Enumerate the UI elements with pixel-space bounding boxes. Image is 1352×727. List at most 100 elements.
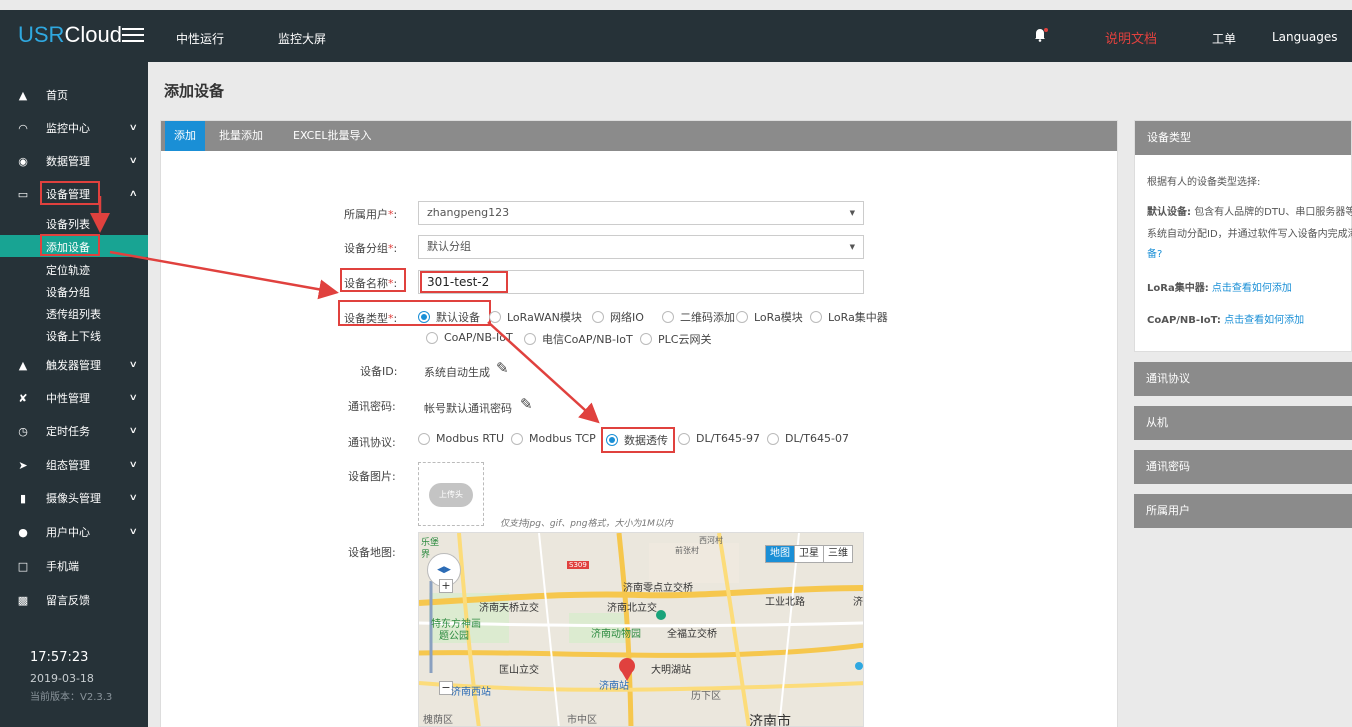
map-label: 槐荫区 bbox=[423, 715, 453, 726]
type-radio-default[interactable]: 默认设备 bbox=[418, 309, 480, 325]
map-label: 题公园 bbox=[439, 631, 469, 642]
page-title: 添加设备 bbox=[164, 82, 225, 100]
chevron-down-icon: ∨ bbox=[128, 156, 138, 166]
type-radio-telecom-coap[interactable]: 电信CoAP/NB-IoT bbox=[524, 331, 633, 347]
radio-label: LoRa集中器 bbox=[828, 311, 888, 324]
edit-icon[interactable]: ✎ bbox=[496, 359, 509, 377]
group-select-value: 默认分组 bbox=[427, 240, 471, 253]
sidebar-item-timer[interactable]: ◷ 定时任务 ∨ bbox=[0, 418, 148, 444]
sidebar-item-feedback[interactable]: ▩ 留言反馈 bbox=[0, 587, 148, 613]
help-default-text: 包含有人品牌的DTU、串口服务器等 bbox=[1194, 207, 1352, 218]
radio-icon bbox=[640, 333, 652, 345]
bell-icon[interactable] bbox=[1030, 25, 1050, 45]
map-type-satellite[interactable]: 卫星 bbox=[794, 546, 823, 562]
radio-label: 二维码添加 bbox=[680, 311, 735, 324]
help-lora-link[interactable]: 点击查看如何添加 bbox=[1212, 283, 1292, 294]
camera-icon: ▮ bbox=[19, 491, 27, 505]
type-radio-lora-module[interactable]: LoRa模块 bbox=[736, 309, 803, 325]
sidebar-item-mobile[interactable]: □ 手机端 bbox=[0, 553, 148, 579]
menu-toggle-icon[interactable] bbox=[120, 24, 146, 46]
help-section-slave[interactable]: 从机 bbox=[1134, 406, 1352, 440]
type-radio-plc[interactable]: PLC云网关 bbox=[640, 331, 711, 347]
map-label: 西河村 bbox=[699, 536, 723, 545]
radio-icon bbox=[511, 432, 523, 445]
sidebar-sub-group[interactable]: 设备分组 bbox=[46, 284, 90, 300]
radio-label: Modbus RTU bbox=[436, 432, 504, 445]
nav-neutral-run[interactable]: 中性运行 bbox=[176, 30, 224, 47]
sidebar-sub-online[interactable]: 设备上下线 bbox=[46, 328, 101, 344]
edit-icon[interactable]: ✎ bbox=[520, 395, 533, 413]
languages-menu[interactable]: Languages bbox=[1272, 30, 1337, 44]
tab-batch-add[interactable]: 批量添加 bbox=[219, 121, 263, 151]
nav-monitor-screen[interactable]: 监控大屏 bbox=[278, 30, 326, 47]
tab-excel-import[interactable]: EXCEL批量导入 bbox=[293, 121, 371, 151]
docs-link[interactable]: 说明文档 bbox=[1105, 28, 1157, 47]
chevron-up-icon: ∧ bbox=[128, 189, 138, 199]
sidebar-sub-device-list[interactable]: 设备列表 bbox=[46, 216, 90, 232]
group-select[interactable]: 默认分组 ▼ bbox=[418, 235, 864, 259]
type-radio-coap[interactable]: CoAP/NB-IoT bbox=[426, 331, 513, 344]
proto-radio-dlt645-07[interactable]: DL/T645-07 bbox=[767, 432, 849, 445]
protocol-label: 通讯协议: bbox=[348, 436, 396, 449]
sidebar-item-label: 监控中心 bbox=[46, 122, 90, 135]
help-panel-header: 设备类型 bbox=[1135, 121, 1351, 155]
device-map[interactable]: ◀▶ + − 地图 卫星 三维 济南零点立交桥 济南天桥立交 济南北立交 工业北… bbox=[418, 532, 864, 727]
device-id-label: 设备ID: bbox=[360, 365, 398, 378]
proto-radio-modbus-tcp[interactable]: Modbus TCP bbox=[511, 432, 596, 445]
radio-icon bbox=[524, 333, 536, 345]
map-type-3d[interactable]: 三维 bbox=[823, 546, 852, 562]
map-label: 济南市 bbox=[749, 714, 791, 727]
sidebar-item-user[interactable]: ● 用户中心 ∨ bbox=[0, 519, 148, 545]
group-label: 设备分组*: bbox=[344, 240, 397, 256]
map-label: 界 bbox=[421, 550, 431, 560]
send-icon: ➤ bbox=[18, 458, 28, 472]
radio-icon bbox=[736, 311, 748, 323]
image-upload[interactable]: 上传头 bbox=[418, 462, 484, 526]
type-radio-qrcode[interactable]: 二维码添加 bbox=[662, 309, 735, 325]
sidebar-item-data[interactable]: ◉ 数据管理 ∨ bbox=[0, 148, 148, 174]
proto-radio-modbus-rtu[interactable]: Modbus RTU bbox=[418, 432, 504, 445]
caret-down-icon: ▼ bbox=[849, 209, 855, 217]
sidebar-sub-transparent[interactable]: 透传组列表 bbox=[46, 306, 101, 322]
ticket-link[interactable]: 工单 bbox=[1212, 30, 1236, 47]
type-radio-netio[interactable]: 网络IO bbox=[592, 309, 644, 325]
type-radio-lora-concentrator[interactable]: LoRa集中器 bbox=[810, 309, 888, 325]
sidebar-item-monitor[interactable]: ◠ 监控中心 ∨ bbox=[0, 115, 148, 141]
tab-add[interactable]: 添加 bbox=[165, 121, 205, 151]
sidebar-item-label: 首页 bbox=[46, 89, 68, 102]
help-lora: LoRa集中器: 点击查看如何添加 bbox=[1147, 279, 1292, 294]
sidebar-item-device[interactable]: ▭ 设备管理 ∧ bbox=[0, 181, 148, 207]
target-icon: ◉ bbox=[18, 154, 28, 168]
sidebar-sub-track[interactable]: 定位轨迹 bbox=[46, 262, 90, 278]
map-label: 历下区 bbox=[691, 691, 721, 702]
help-intro: 根据有人的设备类型选择: bbox=[1147, 177, 1261, 188]
radio-icon bbox=[662, 311, 674, 323]
sidebar-item-trigger[interactable]: ▲ 触发器管理 ∨ bbox=[0, 352, 148, 378]
sidebar-item-home[interactable]: ▲ 首页 bbox=[0, 82, 148, 108]
sidebar-item-camera[interactable]: ▮ 摄像头管理 ∨ bbox=[0, 485, 148, 511]
type-radio-lorawan[interactable]: LoRaWAN模块 bbox=[489, 309, 582, 325]
owner-label-text: 所属用户 bbox=[344, 208, 388, 221]
radio-icon bbox=[767, 432, 779, 445]
help-coap-link[interactable]: 点击查看如何添加 bbox=[1224, 315, 1304, 326]
radio-label: Modbus TCP bbox=[529, 432, 596, 445]
name-input[interactable]: 301-test-2 bbox=[418, 270, 864, 294]
top-bar: USRCloud 中性运行 监控大屏 说明文档 工单 Languages bbox=[0, 10, 1352, 62]
radio-icon bbox=[678, 432, 690, 445]
owner-select[interactable]: zhangpeng123 ▼ bbox=[418, 201, 864, 225]
help-default-3[interactable]: 备? bbox=[1147, 245, 1162, 260]
label-colon: : bbox=[393, 312, 398, 325]
chevron-down-icon: ∨ bbox=[128, 123, 138, 133]
help-section-protocol[interactable]: 通讯协议 bbox=[1134, 362, 1352, 396]
sidebar-item-neutral[interactable]: ✘ 中性管理 ∨ bbox=[0, 385, 148, 411]
help-section-owner[interactable]: 所属用户 bbox=[1134, 494, 1352, 528]
proto-radio-dlt645-97[interactable]: DL/T645-97 bbox=[678, 432, 760, 445]
proto-radio-transparent[interactable]: 数据透传 bbox=[606, 432, 668, 448]
radio-icon bbox=[489, 311, 501, 323]
device-id-value: 系统自动生成 bbox=[424, 366, 490, 379]
map-type-map[interactable]: 地图 bbox=[766, 546, 794, 562]
sidebar-item-config[interactable]: ➤ 组态管理 ∨ bbox=[0, 452, 148, 478]
zoom-in-icon[interactable]: + bbox=[439, 579, 453, 593]
help-section-password[interactable]: 通讯密码 bbox=[1134, 450, 1352, 484]
sidebar-sub-add-device[interactable]: 添加设备 bbox=[46, 239, 90, 255]
